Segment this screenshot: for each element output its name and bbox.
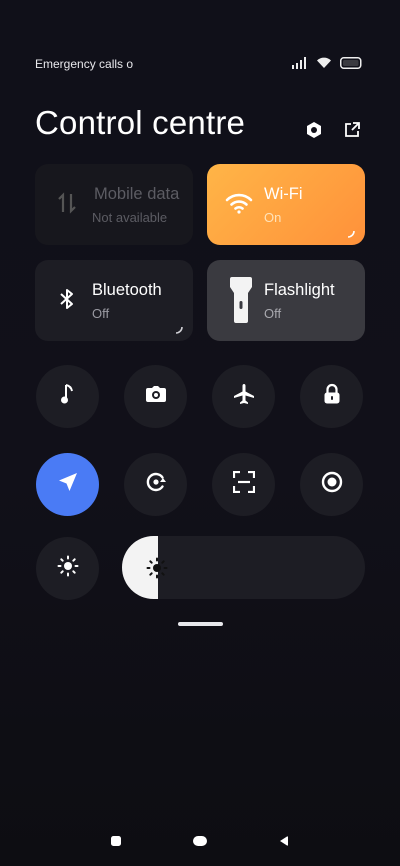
tile-wifi-status: On bbox=[264, 210, 282, 225]
tile-wifi[interactable]: Wi-Fi On bbox=[207, 164, 365, 245]
music-note-icon bbox=[60, 383, 76, 410]
rotation-lock-icon bbox=[145, 471, 167, 498]
lock-icon bbox=[323, 383, 341, 410]
back-button[interactable] bbox=[278, 834, 290, 852]
tile-mobile-data-status: Not available bbox=[92, 210, 168, 225]
tile-mobile-data-name: Mobile data bbox=[94, 185, 180, 203]
airplane-icon bbox=[233, 383, 255, 410]
battery-icon bbox=[340, 56, 362, 74]
toggle-airplane[interactable] bbox=[212, 365, 275, 428]
settings-button[interactable] bbox=[304, 121, 324, 144]
edit-icon bbox=[343, 121, 361, 144]
signal-bars-icon bbox=[292, 56, 308, 74]
toggle-lock[interactable] bbox=[300, 365, 363, 428]
screen-record-icon bbox=[321, 471, 343, 498]
toggle-scanner[interactable] bbox=[212, 453, 275, 516]
auto-brightness-button[interactable] bbox=[36, 537, 99, 600]
status-bar: Emergency calls o bbox=[35, 56, 362, 72]
toggle-screen-record[interactable] bbox=[300, 453, 363, 516]
tile-bluetooth-status: Off bbox=[92, 306, 110, 321]
location-arrow-icon bbox=[58, 472, 78, 497]
scan-frame-icon bbox=[232, 470, 255, 498]
brightness-icon bbox=[146, 557, 168, 584]
tile-flashlight-status: Off bbox=[264, 306, 282, 321]
tile-bluetooth-name: Bluetooth bbox=[92, 281, 162, 299]
recents-square-icon bbox=[110, 834, 122, 852]
carrier-text: Emergency calls o bbox=[35, 57, 133, 71]
expand-corner-icon[interactable] bbox=[175, 321, 183, 334]
flashlight-icon bbox=[227, 276, 255, 324]
brightness-auto-icon bbox=[57, 555, 79, 582]
wifi-icon bbox=[316, 56, 332, 74]
mobile-data-icon bbox=[53, 189, 81, 217]
tile-wifi-name: Wi-Fi bbox=[264, 185, 303, 203]
brightness-slider[interactable] bbox=[122, 536, 365, 599]
wifi-icon bbox=[225, 189, 253, 217]
toggle-screenshot[interactable] bbox=[124, 365, 187, 428]
toggle-location[interactable] bbox=[36, 453, 99, 516]
toggle-rotation-lock[interactable] bbox=[124, 453, 187, 516]
tile-mobile-data[interactable]: Mobile data Not available bbox=[35, 164, 193, 245]
tile-flashlight[interactable]: Flashlight Off bbox=[207, 260, 365, 341]
home-button[interactable] bbox=[192, 834, 208, 852]
edit-button[interactable] bbox=[342, 121, 362, 144]
gear-icon bbox=[305, 121, 323, 144]
camera-icon bbox=[145, 385, 167, 408]
tile-flashlight-name: Flashlight bbox=[264, 281, 335, 299]
recents-button[interactable] bbox=[110, 834, 122, 852]
bluetooth-icon bbox=[53, 285, 81, 313]
home-pill-icon bbox=[192, 834, 208, 852]
page-title: Control centre bbox=[35, 104, 246, 141]
toggle-sound[interactable] bbox=[36, 365, 99, 428]
tile-bluetooth[interactable]: Bluetooth Off bbox=[35, 260, 193, 341]
expand-corner-icon[interactable] bbox=[347, 225, 355, 238]
back-triangle-icon bbox=[278, 834, 290, 852]
drag-handle[interactable] bbox=[178, 622, 223, 626]
